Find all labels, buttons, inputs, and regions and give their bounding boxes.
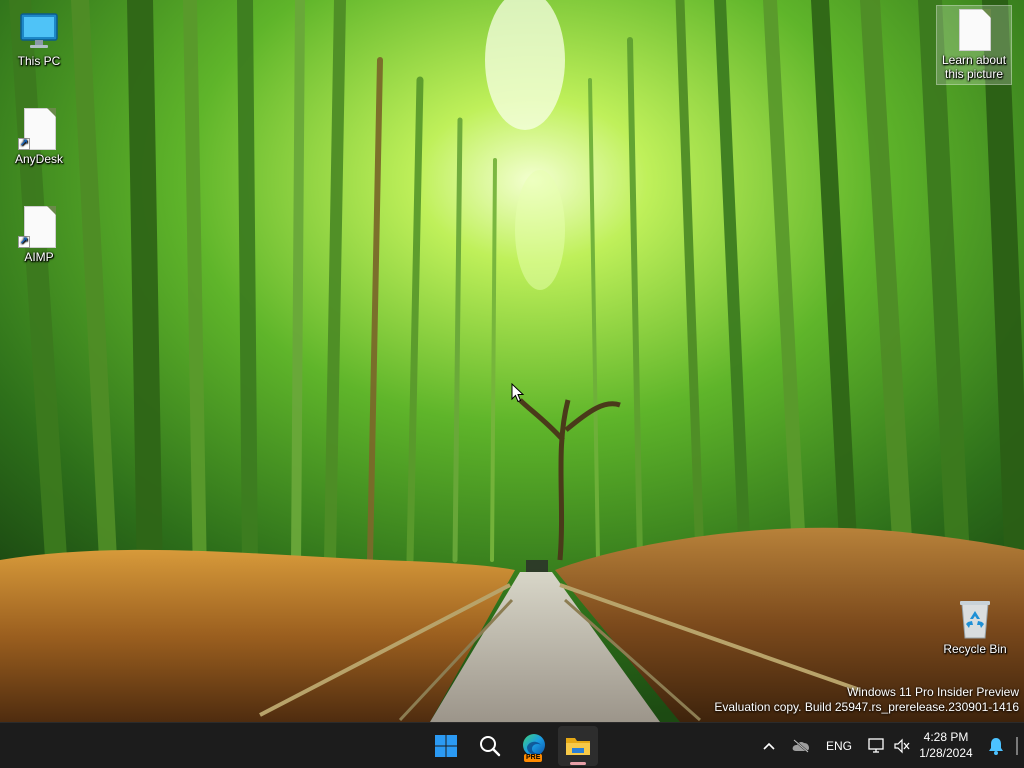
language-label: ENG — [825, 739, 852, 753]
shortcut-arrow-icon: ↗ — [18, 236, 30, 248]
clock-button[interactable]: 4:28 PM 1/28/2024 — [911, 729, 981, 761]
desktop-icon-label: AIMP — [24, 250, 54, 264]
desktop-wallpaper — [0, 0, 1024, 722]
onedrive-button[interactable] — [788, 730, 814, 762]
windows-start-icon — [435, 735, 457, 757]
shortcut-arrow-icon: ↗ — [18, 138, 30, 150]
clock-time: 4:28 PM — [923, 730, 969, 744]
clock-date: 1/28/2024 — [919, 746, 973, 760]
file-explorer-button[interactable] — [558, 726, 598, 766]
watermark-build: Evaluation copy. Build 25947.rs_prerelea… — [714, 700, 1019, 714]
show-hidden-icons-button[interactable] — [756, 730, 782, 762]
edge-preview-button[interactable]: PRE — [514, 726, 554, 766]
desktop-icon-label: Learn about this picture — [941, 53, 1007, 81]
show-desktop-button[interactable] — [1016, 737, 1018, 755]
desktop-icon-recycle-bin[interactable]: Recycle Bin — [938, 598, 1012, 656]
chevron-up-icon — [763, 742, 775, 750]
windows-evaluation-watermark: Windows 11 Pro Insider Preview Evaluatio… — [714, 685, 1019, 715]
desktop-icon-this-pc[interactable]: This PC — [2, 10, 76, 68]
search-icon — [480, 736, 501, 757]
search-button[interactable] — [470, 726, 510, 766]
bell-icon — [989, 738, 1003, 755]
desktop-icon-label: Recycle Bin — [943, 642, 1007, 656]
file-icon: ↗ — [18, 206, 60, 248]
input-language-button[interactable]: ENG — [822, 730, 856, 762]
network-icon — [868, 738, 884, 753]
pre-badge: PRE — [524, 754, 543, 762]
active-app-indicator — [570, 762, 586, 765]
start-button[interactable] — [426, 726, 466, 766]
cloud-offline-icon — [792, 739, 809, 753]
watermark-edition: Windows 11 Pro Insider Preview — [847, 685, 1019, 699]
desktop-icon-label: AnyDesk — [14, 152, 64, 166]
network-button[interactable] — [864, 730, 888, 762]
bamboo-forest-image — [0, 0, 1024, 722]
desktop-icon-label: This PC — [17, 54, 61, 68]
file-explorer-icon — [566, 738, 590, 755]
file-icon — [953, 9, 995, 51]
notifications-button[interactable] — [984, 730, 1008, 762]
speaker-muted-icon — [894, 738, 910, 754]
desktop-icon-anydesk[interactable]: ↗ AnyDesk — [2, 108, 76, 166]
desktop-icon-learn-about-this-picture[interactable]: Learn about this picture — [936, 5, 1012, 85]
recycle-bin-icon — [954, 598, 996, 640]
monitor-icon — [18, 10, 60, 52]
taskbar: PRE ENG 4:28 PM 1/28/2024 — [0, 722, 1024, 768]
desktop-icon-aimp[interactable]: ↗ AIMP — [2, 206, 76, 264]
mouse-cursor-icon — [511, 382, 525, 403]
file-icon: ↗ — [18, 108, 60, 150]
